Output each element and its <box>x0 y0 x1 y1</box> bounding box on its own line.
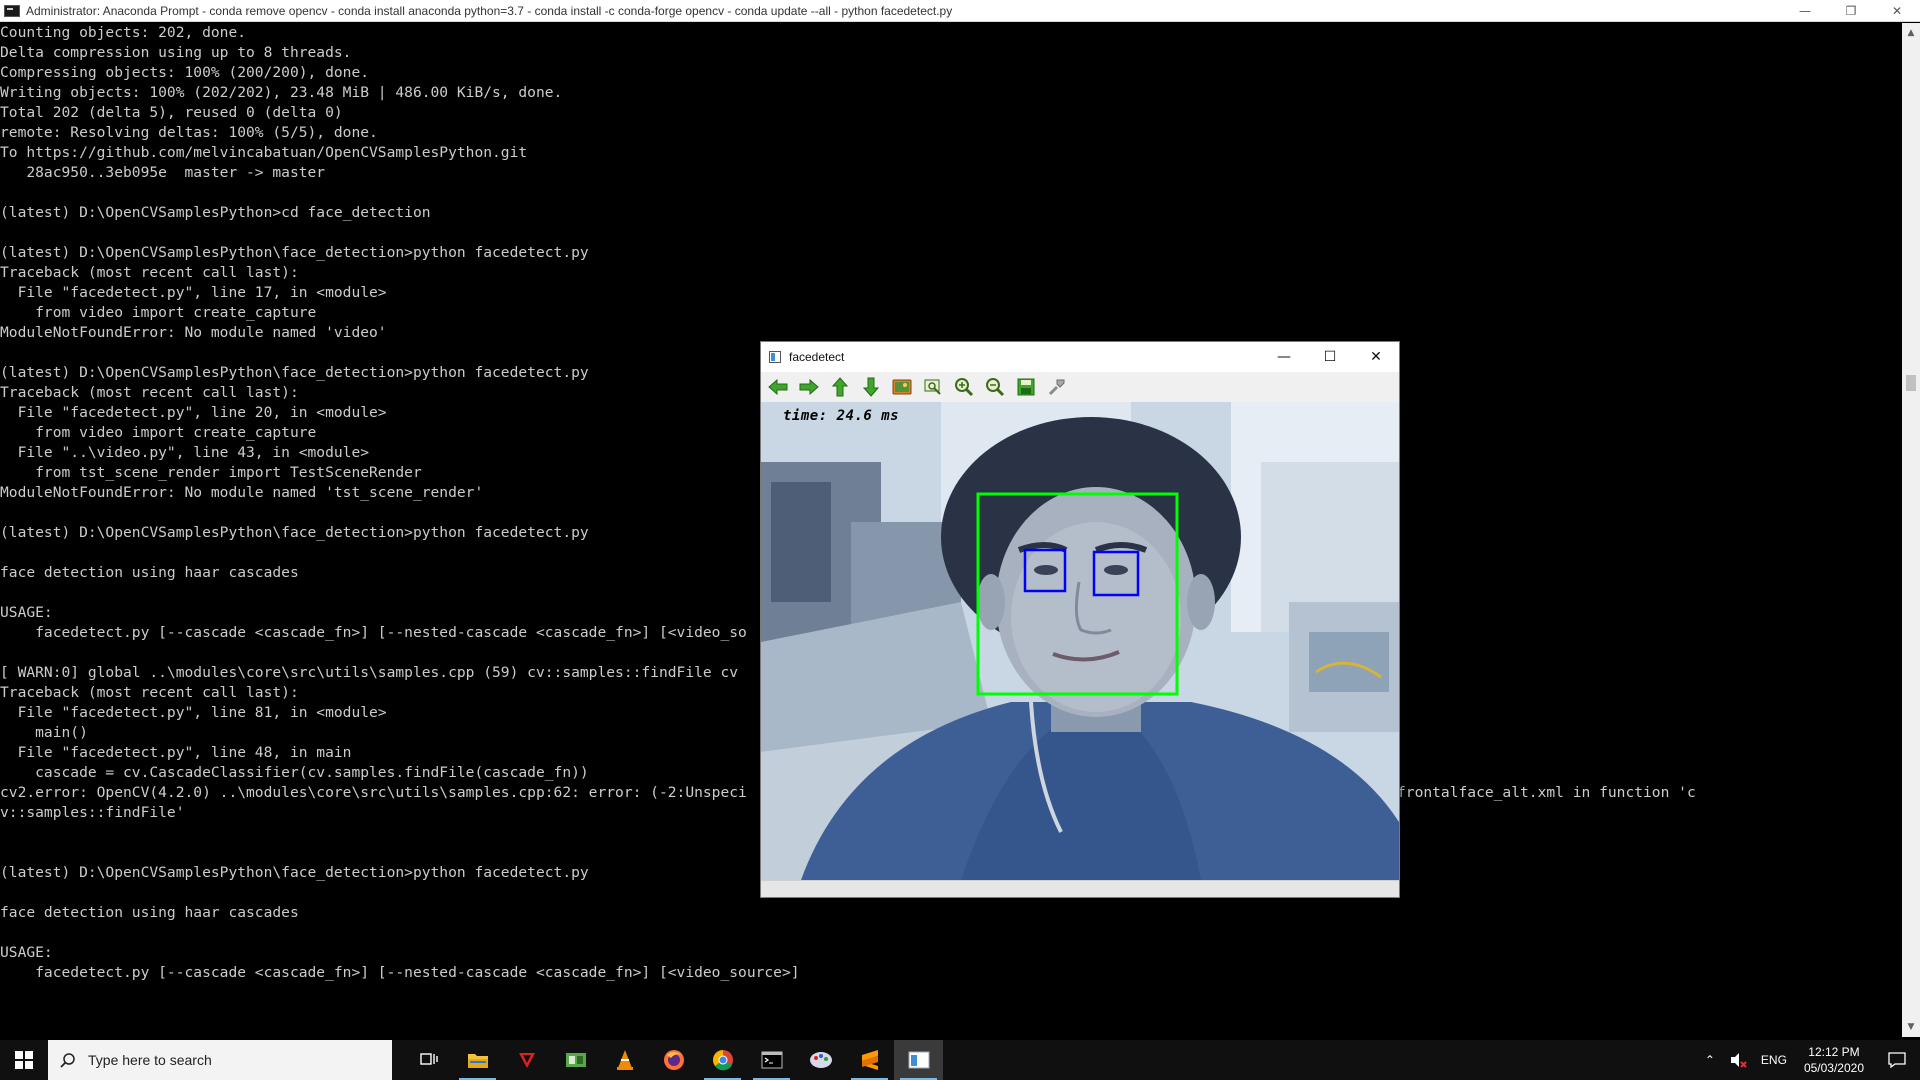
task-view-icon <box>419 1053 438 1065</box>
taskbar-facedetect[interactable] <box>894 1040 943 1080</box>
console-line: facedetect.py [--cascade <cascade_fn>] [… <box>0 964 800 981</box>
taskbar-app-red[interactable] <box>502 1040 551 1080</box>
scroll-up-icon[interactable]: ▲ <box>1902 25 1920 41</box>
taskbar-sublime[interactable] <box>845 1040 894 1080</box>
terminal-icon <box>761 1051 782 1069</box>
notification-center-icon[interactable] <box>1874 1040 1920 1080</box>
volume-icon[interactable] <box>1722 1040 1754 1080</box>
image-icon[interactable] <box>891 376 913 398</box>
facedetect-toolbar <box>761 372 1399 402</box>
arrow-right-icon[interactable] <box>798 376 820 398</box>
properties-icon[interactable] <box>1046 376 1068 398</box>
camera-frame[interactable]: time: 24.6 ms <box>761 402 1399 880</box>
restore-button[interactable]: ❐ <box>1828 0 1874 22</box>
search-icon <box>60 1053 75 1068</box>
taskbar: Type here to search ⌃ ENG 12:12 PM 05/03… <box>0 1040 1920 1080</box>
console-window-controls: — ❐ ✕ <box>1782 0 1920 22</box>
taskbar-command-prompt[interactable] <box>747 1040 796 1080</box>
console-line: Writing objects: 100% (202/202), 23.48 M… <box>0 84 563 101</box>
facedetect-window[interactable]: facedetect — ☐ ✕ time: 24.6 ms <box>760 341 1400 898</box>
minimize-button[interactable]: — <box>1782 0 1828 22</box>
facedetect-close-button[interactable]: ✕ <box>1353 342 1399 372</box>
console-line: 28ac950..3eb095e master -> master <box>0 164 326 181</box>
console-line: Counting objects: 202, done. <box>0 24 247 41</box>
timing-label: time: 24.6 ms <box>783 408 900 424</box>
tray-expand-icon[interactable]: ⌃ <box>1698 1040 1722 1080</box>
task-view-button[interactable] <box>404 1040 453 1080</box>
console-line: To https://github.com/melvincabatuan/Ope… <box>0 144 528 161</box>
facedetect-minimize-button[interactable]: — <box>1261 342 1307 372</box>
console-line: Traceback (most recent call last): <box>0 264 299 281</box>
facedetect-window-controls: — ☐ ✕ <box>1261 342 1399 372</box>
green-app-icon <box>565 1053 586 1067</box>
zoom-fit-icon[interactable] <box>922 376 944 398</box>
folder-icon <box>467 1054 488 1068</box>
console-line: Delta compression using up to 8 threads. <box>0 44 352 61</box>
console-line: face detection using haar cascades <box>0 904 299 921</box>
console-line: ModuleNotFoundError: No module named 'vi… <box>0 324 387 341</box>
console-line: (latest) D:\OpenCVSamplesPython>cd face_… <box>0 204 431 221</box>
clock-time: 12:12 PM <box>1808 1045 1860 1059</box>
console-line: Compressing objects: 100% (200/200), don… <box>0 64 370 81</box>
facedetect-titlebar: facedetect — ☐ ✕ <box>761 342 1399 372</box>
console-titlebar: Administrator: Anaconda Prompt - conda r… <box>0 0 1920 22</box>
zoom-out-icon[interactable] <box>984 376 1006 398</box>
palette-icon <box>809 1052 832 1068</box>
language-indicator[interactable]: ENG <box>1754 1040 1794 1080</box>
taskbar-anaconda[interactable] <box>796 1040 845 1080</box>
console-line: from video import create_capture <box>0 304 317 321</box>
camera-scene <box>761 402 1399 880</box>
sublime-text-icon <box>861 1050 878 1070</box>
taskbar-chrome[interactable] <box>698 1040 747 1080</box>
scrollbar-thumb[interactable] <box>1906 375 1916 391</box>
console-app-icon <box>4 4 20 17</box>
console-line: (latest) D:\OpenCVSamplesPython\face_det… <box>0 244 589 261</box>
console-line: USAGE: <box>0 944 53 961</box>
facedetect-taskbar-icon <box>908 1051 929 1069</box>
taskbar-file-explorer[interactable] <box>453 1040 502 1080</box>
taskbar-app-green[interactable] <box>551 1040 600 1080</box>
console-window-title: Administrator: Anaconda Prompt - conda r… <box>26 3 953 18</box>
arrow-left-icon[interactable] <box>767 376 789 398</box>
zoom-in-icon[interactable] <box>953 376 975 398</box>
search-placeholder: Type here to search <box>88 1052 212 1068</box>
taskbar-clock[interactable]: 12:12 PM 05/03/2020 <box>1794 1040 1874 1080</box>
firefox-icon <box>663 1050 684 1070</box>
arrow-down-icon[interactable] <box>860 376 882 398</box>
windows-logo-icon <box>15 1051 33 1069</box>
system-tray: ⌃ ENG 12:12 PM 05/03/2020 <box>1698 1040 1920 1080</box>
console-scrollbar[interactable]: ▲ ▼ <box>1902 23 1920 1037</box>
taskbar-vlc[interactable] <box>600 1040 649 1080</box>
close-button[interactable]: ✕ <box>1874 0 1920 22</box>
arrow-up-icon[interactable] <box>829 376 851 398</box>
chrome-icon <box>712 1050 733 1071</box>
vlc-icon <box>616 1050 633 1070</box>
console-line: Total 202 (delta 5), reused 0 (delta 0) <box>0 104 343 121</box>
start-button[interactable] <box>0 1040 48 1080</box>
taskbar-firefox[interactable] <box>649 1040 698 1080</box>
red-app-icon <box>518 1053 535 1068</box>
console-line: remote: Resolving deltas: 100% (5/5), do… <box>0 124 378 141</box>
scroll-down-icon[interactable]: ▼ <box>1902 1019 1920 1035</box>
save-icon[interactable] <box>1015 376 1037 398</box>
console-line: File "facedetect.py", line 17, in <modul… <box>0 284 387 301</box>
facedetect-statusbar <box>761 880 1399 897</box>
taskbar-search-box[interactable]: Type here to search <box>48 1040 392 1080</box>
facedetect-window-title: facedetect <box>789 350 845 364</box>
facedetect-app-icon <box>769 351 781 363</box>
facedetect-maximize-button[interactable]: ☐ <box>1307 342 1353 372</box>
clock-date: 05/03/2020 <box>1803 1061 1864 1075</box>
